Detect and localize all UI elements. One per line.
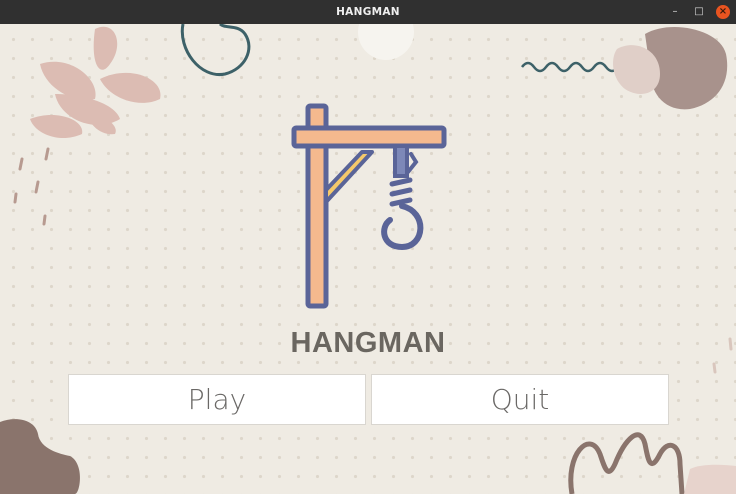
game-title: HANGMAN	[290, 327, 446, 359]
window-title: HANGMAN	[336, 6, 400, 18]
leaf-decoration	[30, 26, 161, 139]
title-bar[interactable]: HANGMAN – □ ×	[0, 0, 736, 24]
quit-button[interactable]: Quit	[371, 374, 669, 425]
arch-decoration	[568, 432, 685, 494]
circle-decoration	[358, 24, 414, 60]
game-canvas: HANGMAN Play Quit	[0, 24, 736, 494]
close-button[interactable]: ×	[716, 5, 730, 19]
maximize-button[interactable]: □	[692, 5, 706, 19]
minimize-button[interactable]: –	[668, 5, 682, 19]
blob-decoration	[0, 419, 80, 494]
gallows-icon	[291, 103, 447, 309]
app-window: HANGMAN – □ × HANGMAN Play Quit	[0, 0, 736, 494]
dash-decoration	[13, 147, 50, 226]
play-button[interactable]: Play	[68, 374, 366, 425]
window-controls: – □ ×	[668, 0, 730, 24]
wave-decoration	[521, 61, 630, 73]
loop-decoration	[180, 24, 251, 76]
blob-decoration	[684, 464, 736, 494]
